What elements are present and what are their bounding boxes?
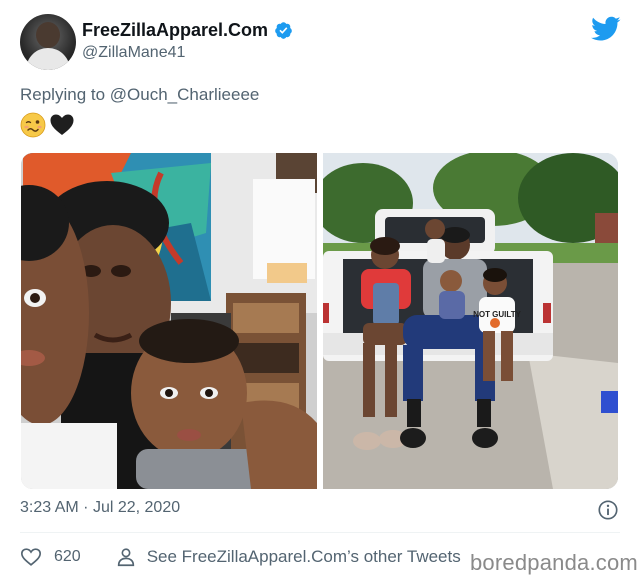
avatar-head [36, 22, 60, 48]
divider [20, 532, 620, 533]
black-heart-icon [50, 114, 74, 135]
tweet-card: FreeZillaApparel.Com @ZillaMane41 Replyi… [0, 0, 640, 583]
timestamp-separator: · [83, 499, 89, 516]
tweet-photo-truck[interactable]: NOT GUILTY [323, 153, 618, 489]
info-icon[interactable] [597, 499, 619, 521]
twitter-bird-icon[interactable] [591, 16, 621, 42]
see-other-tweets-link[interactable]: See FreeZillaApparel.Com’s other Tweets [115, 546, 461, 568]
person-icon [117, 548, 134, 567]
display-name[interactable]: FreeZillaApparel.Com [82, 20, 268, 41]
tweet-photo-selfie[interactable] [21, 153, 317, 489]
author-handle[interactable]: @ZillaMane41 [82, 44, 185, 62]
heart-icon [21, 548, 41, 566]
see-other-tweets-label: See FreeZillaApparel.Com’s other Tweets [146, 547, 461, 566]
like-count: 620 [54, 548, 81, 565]
author-name-row[interactable]: FreeZillaApparel.Com [82, 20, 293, 41]
selfie-illustration [21, 153, 317, 489]
tweet-text [20, 112, 75, 138]
replying-to-label: Replying to [20, 85, 106, 104]
replying-to-line: Replying to @Ouch_Charlieeee [20, 85, 259, 105]
verified-badge-icon [275, 22, 292, 39]
reply-mention-link[interactable]: @Ouch_Charlieeee [110, 85, 260, 104]
truck-illustration: NOT GUILTY [323, 153, 618, 489]
avatar[interactable] [20, 14, 76, 70]
tweet-date: Jul 22, 2020 [92, 499, 181, 516]
tweet-time: 3:23 AM [20, 499, 79, 516]
shirt-text: NOT GUILTY [473, 310, 522, 319]
watermark: boredpanda.com [470, 550, 638, 575]
woozy-face-icon [20, 112, 46, 138]
like-button[interactable]: 620 [20, 546, 81, 568]
tweet-actions: 620 See FreeZillaApparel.Com’s other Twe… [20, 546, 461, 568]
tweet-timestamp[interactable]: 3:23 AM · Jul 22, 2020 [20, 499, 180, 517]
avatar-shoulders [26, 48, 70, 70]
